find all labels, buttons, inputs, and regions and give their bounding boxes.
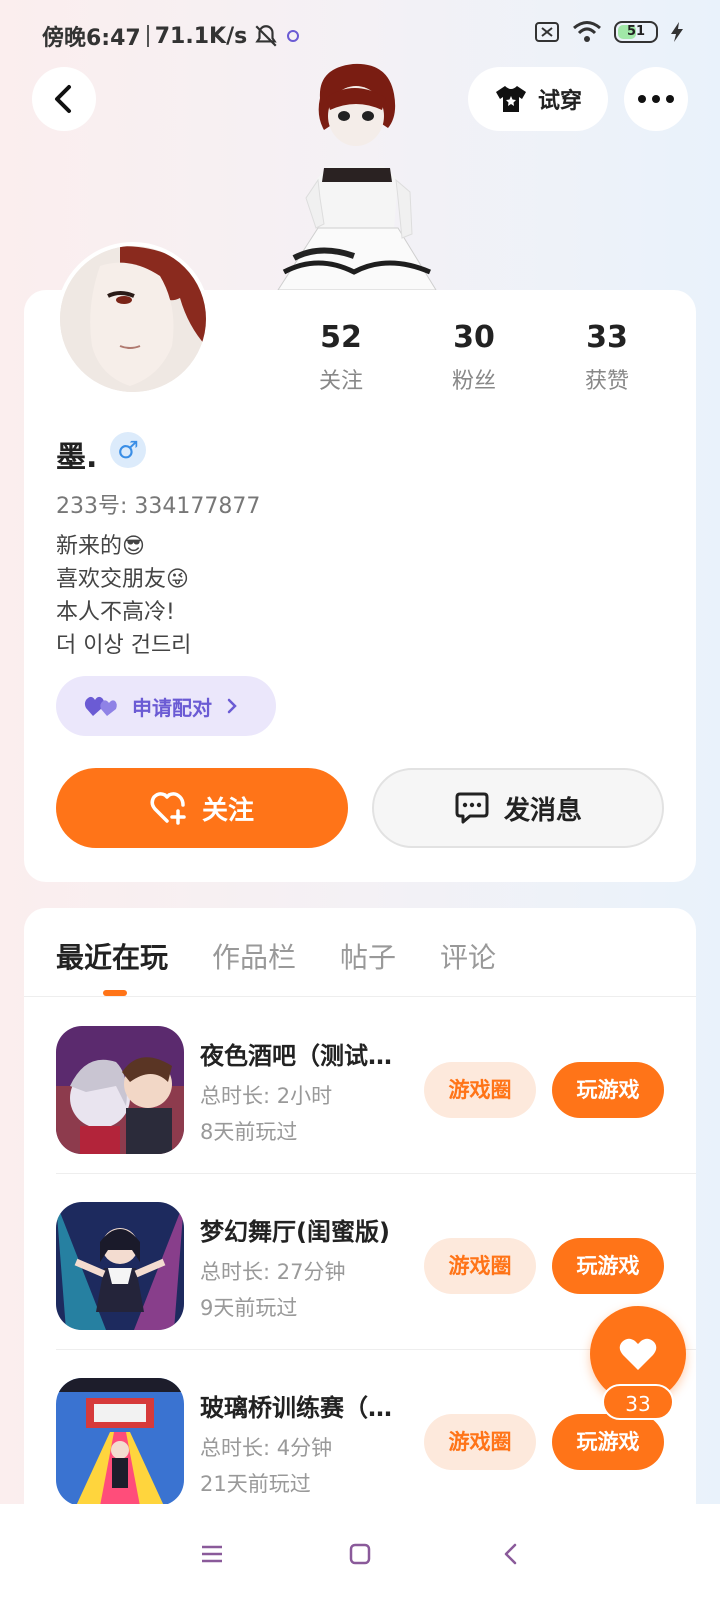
back-button[interactable] bbox=[32, 67, 96, 131]
stat-label: 获赞 bbox=[584, 369, 629, 394]
apply-pair-button[interactable]: 申请配对 bbox=[56, 676, 276, 736]
tab-posts[interactable]: 帖子 bbox=[340, 936, 396, 976]
follow-button[interactable]: 关注 bbox=[56, 768, 348, 848]
nav-menu-button[interactable] bbox=[192, 1534, 232, 1574]
stat-likes[interactable]: 33 获赞 bbox=[562, 320, 652, 395]
apply-pair-label: 申请配对 bbox=[132, 695, 212, 720]
user-id: 233号: 334177877 bbox=[56, 494, 261, 519]
tryon-label: 试穿 bbox=[537, 89, 582, 114]
heart-plus-icon bbox=[150, 792, 186, 825]
charging-icon bbox=[671, 22, 683, 42]
play-game-button[interactable]: 玩游戏 bbox=[552, 1062, 664, 1118]
chat-bubble-icon bbox=[455, 792, 489, 824]
game-icon[interactable] bbox=[56, 1378, 184, 1506]
stat-value: 30 bbox=[453, 320, 495, 355]
nav-back-button[interactable] bbox=[490, 1534, 530, 1574]
game-row[interactable]: 梦幻舞厅(闺蜜版) 总时长: 27分钟 9天前玩过 游戏圈 玩游戏 bbox=[24, 1174, 696, 1350]
message-button[interactable]: 发消息 bbox=[372, 768, 664, 848]
stat-followers[interactable]: 30 粉丝 bbox=[429, 320, 519, 395]
app-notify-icon bbox=[287, 30, 300, 42]
mute-bell-icon bbox=[255, 25, 277, 47]
status-separator bbox=[146, 25, 149, 47]
game-duration: 总时长: 4分钟 bbox=[200, 1436, 333, 1460]
heart-icon bbox=[619, 1338, 657, 1370]
status-left: 傍晚6:47 71.1K/s bbox=[42, 20, 301, 52]
status-right: 51 bbox=[534, 20, 684, 44]
stat-label: 粉丝 bbox=[451, 369, 496, 394]
nav-home-button[interactable] bbox=[340, 1534, 380, 1574]
game-duration: 总时长: 2小时 bbox=[200, 1084, 333, 1108]
tryon-button[interactable]: 试穿 bbox=[468, 67, 608, 131]
game-title: 夜色酒吧（测试版） bbox=[200, 1042, 400, 1070]
game-last-played: 9天前玩过 bbox=[200, 1296, 298, 1320]
wifi-icon bbox=[573, 21, 601, 42]
play-game-button[interactable]: 玩游戏 bbox=[552, 1238, 664, 1294]
game-circle-button[interactable]: 游戏圈 bbox=[424, 1062, 536, 1118]
home-square-icon bbox=[349, 1543, 371, 1565]
status-time: 傍晚6:47 bbox=[42, 26, 141, 51]
play-game-button[interactable]: 玩游戏 bbox=[552, 1414, 664, 1470]
like-count: 33 bbox=[602, 1384, 674, 1420]
status-network-speed: 71.1K/s bbox=[154, 23, 248, 49]
stat-following[interactable]: 52 关注 bbox=[296, 320, 386, 395]
stat-value: 33 bbox=[586, 320, 628, 355]
game-duration: 总时长: 27分钟 bbox=[200, 1260, 346, 1284]
game-title: 玻璃桥训练赛（正式版） bbox=[200, 1394, 400, 1422]
bio-line: 喜欢交朋友😜 bbox=[56, 567, 189, 592]
bio-line: 더 이상 건드리 bbox=[56, 633, 192, 658]
stat-value: 52 bbox=[320, 320, 362, 355]
avatar-3d-figure bbox=[258, 58, 458, 290]
game-circle-button[interactable]: 游戏圈 bbox=[424, 1414, 536, 1470]
nickname: 墨. bbox=[56, 440, 98, 475]
tabs-divider bbox=[24, 996, 696, 997]
follow-label: 关注 bbox=[201, 795, 254, 826]
message-label: 发消息 bbox=[503, 795, 582, 826]
tab-works[interactable]: 作品栏 bbox=[212, 936, 296, 976]
bio-line: 本人不高冷! bbox=[56, 600, 175, 625]
chevron-right-icon bbox=[227, 698, 237, 714]
tab-recent-played[interactable]: 最近在玩 bbox=[56, 936, 168, 976]
menu-icon bbox=[202, 1545, 222, 1563]
system-nav-bar bbox=[0, 1504, 720, 1600]
game-last-played: 8天前玩过 bbox=[200, 1120, 298, 1144]
tab-comments[interactable]: 评论 bbox=[440, 936, 496, 976]
avatar[interactable] bbox=[56, 242, 210, 396]
gender-male-icon: ♂ bbox=[110, 432, 146, 468]
more-button[interactable] bbox=[624, 67, 688, 131]
game-icon[interactable] bbox=[56, 1202, 184, 1330]
battery-level: 51 bbox=[626, 24, 646, 39]
double-heart-icon bbox=[84, 696, 117, 716]
chevron-left-icon bbox=[55, 85, 71, 113]
back-triangle-icon bbox=[504, 1543, 517, 1565]
sim-none-icon bbox=[535, 22, 559, 42]
game-circle-button[interactable]: 游戏圈 bbox=[424, 1238, 536, 1294]
game-icon[interactable] bbox=[56, 1026, 184, 1154]
stat-label: 关注 bbox=[318, 369, 363, 394]
bio-line: 新来的😎 bbox=[56, 534, 145, 559]
game-last-played: 21天前玩过 bbox=[200, 1472, 311, 1496]
game-row[interactable]: 夜色酒吧（测试版） 总时长: 2小时 8天前玩过 游戏圈 玩游戏 bbox=[24, 998, 696, 1174]
content-tabs: 最近在玩 作品栏 帖子 评论 bbox=[56, 936, 496, 976]
tshirt-icon bbox=[495, 86, 526, 112]
bio: 新来的😎 喜欢交朋友😜 本人不高冷! 더 이상 건드리 bbox=[56, 530, 191, 662]
battery-indicator: 51 bbox=[614, 21, 658, 43]
more-dots-icon bbox=[638, 95, 674, 103]
game-title: 梦幻舞厅(闺蜜版) bbox=[200, 1218, 390, 1246]
